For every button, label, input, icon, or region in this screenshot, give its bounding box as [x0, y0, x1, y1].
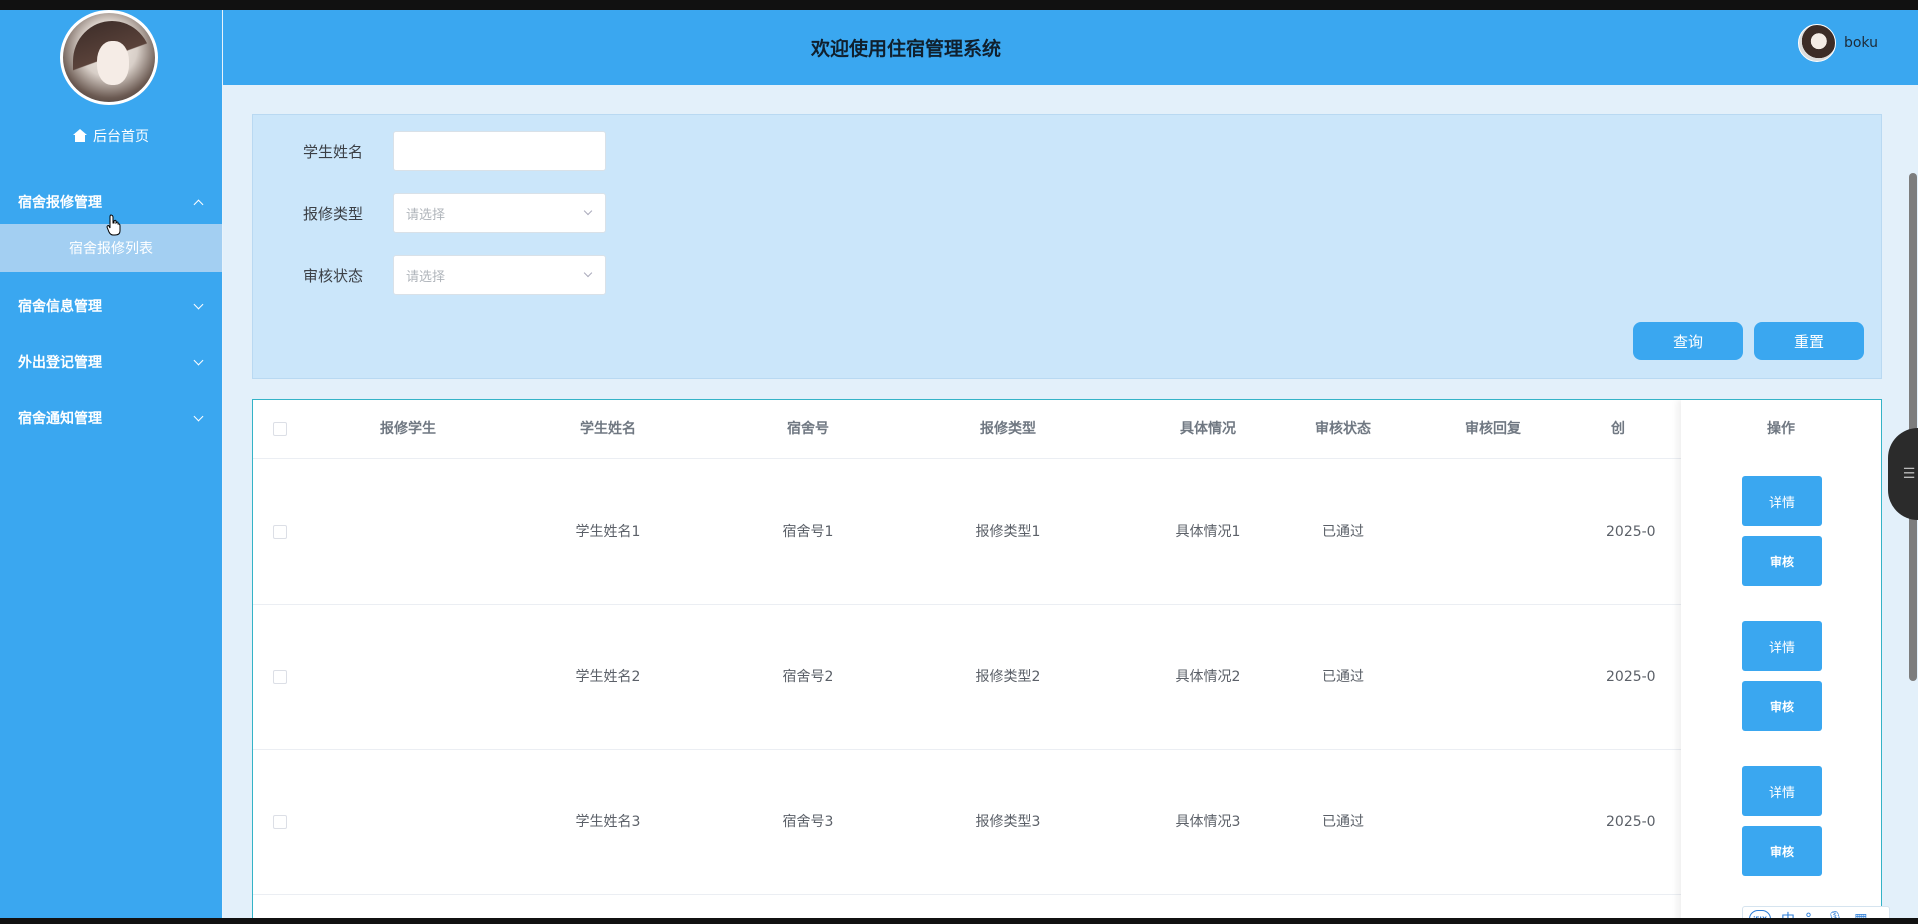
- column-header: 学生姓名: [580, 421, 636, 437]
- cell-reply: [1428, 460, 1558, 605]
- cell-detail: 具体情况2: [1175, 669, 1241, 685]
- cell-student: [343, 605, 473, 750]
- menu-outing-register[interactable]: 外出登记管理: [0, 340, 222, 384]
- app-window: 后台首页 宿舍报修管理 宿舍报修列表 宿舍信息管理 外出登记管理 宿舍通知管理 …: [0, 10, 1918, 918]
- cell-type: 报修类型3: [975, 814, 1041, 830]
- review-button[interactable]: 审核: [1742, 681, 1822, 731]
- column-header: 审核状态: [1315, 421, 1371, 437]
- top-header: 欢迎使用住宿管理系统 boku: [223, 10, 1918, 85]
- cell-detail: 具体情况1: [1175, 524, 1241, 540]
- repair-table: 报修学生 学生姓名 宿舍号 报修类型 具体情况 审核状态 审核回复 创 学生姓名…: [252, 399, 1882, 918]
- home-icon: [73, 129, 87, 143]
- cell-student: [343, 460, 473, 605]
- username: boku: [1843, 35, 1878, 51]
- column-header: 操作: [1767, 421, 1795, 437]
- cell-reply: [1428, 750, 1558, 895]
- menu-label: 宿舍报修管理: [18, 195, 102, 211]
- repair-type-row: 报修类型 请选择: [253, 193, 606, 233]
- ime-language-toggle[interactable]: 中: [1781, 909, 1795, 918]
- main-content: 学生姓名 报修类型 请选择 审核状态 请选择 查询 重置 报修学生 学生姓名 宿…: [223, 85, 1918, 918]
- student-name-row: 学生姓名: [253, 131, 606, 171]
- cell-room: 宿舍号3: [782, 814, 834, 830]
- review-button[interactable]: 审核: [1742, 826, 1822, 876]
- menu-label: 宿舍信息管理: [18, 299, 102, 315]
- menu-dorm-info[interactable]: 宿舍信息管理: [0, 284, 222, 328]
- cell-created: 2025-0: [1606, 814, 1656, 830]
- column-header: 宿舍号: [787, 421, 829, 437]
- review-status-label: 审核状态: [302, 266, 363, 285]
- cell-student: [343, 750, 473, 895]
- repair-type-select[interactable]: 请选择: [393, 193, 606, 233]
- grid-icon[interactable]: ▦: [1854, 911, 1867, 918]
- query-button[interactable]: 查询: [1633, 322, 1743, 360]
- detail-button[interactable]: 详情: [1742, 621, 1822, 671]
- cell-room: 宿舍号1: [782, 524, 834, 540]
- table-header: 报修学生 学生姓名 宿舍号 报修类型 具体情况 审核状态 审核回复 创: [253, 400, 1881, 459]
- student-name-input[interactable]: [393, 131, 606, 171]
- column-header: 审核回复: [1465, 421, 1521, 437]
- cell-status: 已通过: [1322, 669, 1364, 685]
- cell-name: 学生姓名2: [575, 669, 641, 685]
- chevron-down-icon: [193, 355, 204, 365]
- cell-name: 学生姓名1: [575, 524, 641, 540]
- detail-button[interactable]: 详情: [1742, 766, 1822, 816]
- search-panel: 学生姓名 报修类型 请选择 审核状态 请选择 查询 重置: [252, 114, 1882, 379]
- menu-label: 外出登记管理: [18, 355, 102, 371]
- chevron-down-icon: [193, 299, 204, 309]
- repair-type-label: 报修类型: [302, 204, 363, 223]
- user-menu[interactable]: boku: [1797, 24, 1878, 62]
- scrollbar-thumb[interactable]: [1909, 173, 1917, 681]
- home-link-label: 后台首页: [93, 129, 149, 145]
- avatar: [1797, 24, 1836, 62]
- punctuation-icon[interactable]: °,: [1805, 911, 1816, 918]
- table-row: 学生姓名1 宿舍号1 报修类型1 具体情况1 已通过 2025-0: [253, 460, 1881, 605]
- review-status-select[interactable]: 请选择: [393, 255, 606, 295]
- mouse-cursor-icon: [106, 214, 121, 236]
- home-link[interactable]: 后台首页: [0, 124, 222, 148]
- review-status-placeholder: 请选择: [406, 269, 446, 285]
- chevron-up-icon: [193, 199, 204, 209]
- cell-status: 已通过: [1322, 814, 1364, 830]
- cell-status: 已通过: [1322, 524, 1364, 540]
- cell-created: 2025-0: [1606, 669, 1656, 685]
- menu-dorm-notice[interactable]: 宿舍通知管理: [0, 396, 222, 440]
- ime-logo: iFLY: [1749, 910, 1771, 918]
- detail-button[interactable]: 详情: [1742, 476, 1822, 526]
- student-name-label: 学生姓名: [302, 142, 363, 161]
- sidebar-avatar: [60, 10, 158, 105]
- table-row: 学生姓名2 宿舍号2 报修类型2 具体情况2 已通过 2025-0: [253, 605, 1881, 750]
- floating-side-tab[interactable]: ☰: [1888, 428, 1918, 520]
- list-icon: ☰: [1902, 466, 1916, 482]
- cell-created: 2025-0: [1606, 524, 1656, 540]
- cell-type: 报修类型1: [975, 524, 1041, 540]
- cell-detail: 具体情况3: [1175, 814, 1241, 830]
- column-header: 创: [1611, 421, 1625, 437]
- column-header: 报修学生: [380, 421, 436, 437]
- menu-label: 宿舍通知管理: [18, 411, 102, 427]
- repair-type-placeholder: 请选择: [406, 207, 446, 223]
- reset-button[interactable]: 重置: [1754, 322, 1864, 360]
- column-header: 报修类型: [980, 421, 1036, 437]
- cell-reply: [1428, 605, 1558, 750]
- column-header: 具体情况: [1180, 421, 1236, 437]
- cell-room: 宿舍号2: [782, 669, 834, 685]
- chevron-down-icon: [583, 268, 593, 278]
- ime-toolbar: iFLY 中 °, 🎙 ▦: [1742, 906, 1890, 918]
- submenu-label: 宿舍报修列表: [69, 241, 153, 257]
- row-checkbox[interactable]: [273, 815, 287, 829]
- sidebar: 后台首页 宿舍报修管理 宿舍报修列表 宿舍信息管理 外出登记管理 宿舍通知管理: [0, 10, 222, 918]
- chevron-down-icon: [583, 206, 593, 216]
- cell-name: 学生姓名3: [575, 814, 641, 830]
- review-status-row: 审核状态 请选择: [253, 255, 606, 295]
- cell-type: 报修类型2: [975, 669, 1041, 685]
- table-row: 学生姓名3 宿舍号3 报修类型3 具体情况3 已通过 2025-0: [253, 750, 1881, 895]
- select-all-checkbox[interactable]: [273, 422, 287, 436]
- row-checkbox[interactable]: [273, 525, 287, 539]
- chevron-down-icon: [193, 411, 204, 421]
- review-button[interactable]: 审核: [1742, 536, 1822, 586]
- operations-column: 操作 详情 审核 详情 审核 详情 审核: [1681, 400, 1881, 918]
- page-title: 欢迎使用住宿管理系统: [811, 38, 1002, 60]
- row-checkbox[interactable]: [273, 670, 287, 684]
- microphone-icon[interactable]: 🎙: [1826, 911, 1844, 918]
